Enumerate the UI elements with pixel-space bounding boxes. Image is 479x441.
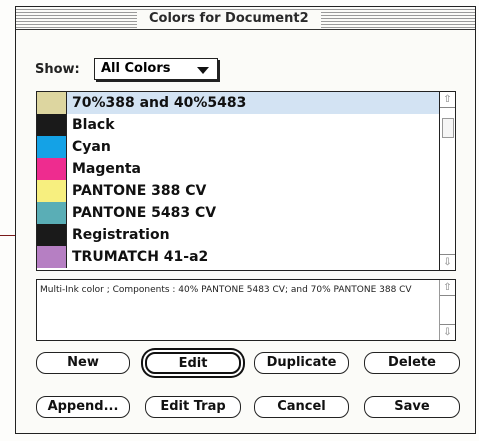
up-arrow-icon[interactable]: ⇧	[440, 92, 455, 108]
show-dropdown[interactable]: All Colors	[94, 58, 218, 80]
color-name: PANTONE 388 CV	[72, 183, 207, 199]
color-name: Black	[72, 117, 115, 133]
color-swatch	[37, 180, 67, 202]
color-list-item[interactable]: Cyan	[37, 136, 441, 158]
edit-button[interactable]: Edit	[145, 352, 241, 374]
color-name: 70%388 and 40%5483	[72, 95, 247, 111]
color-list-scrollbar[interactable]: ⇧ ⇩	[439, 92, 455, 270]
color-name: Cyan	[72, 139, 111, 155]
color-list-item[interactable]: Magenta	[37, 158, 441, 180]
delete-button[interactable]: Delete	[364, 352, 460, 374]
color-swatch	[37, 224, 67, 246]
color-swatch	[37, 202, 67, 224]
edit-trap-button[interactable]: Edit Trap	[145, 396, 241, 418]
title-bar[interactable]: Colors for Document2	[16, 7, 475, 30]
show-dropdown-value: All Colors	[101, 61, 171, 76]
color-swatch	[37, 246, 67, 268]
color-swatch	[37, 136, 67, 158]
down-arrow-icon[interactable]: ⇩	[440, 254, 455, 270]
color-swatch	[37, 92, 67, 114]
color-list-item[interactable]: PANTONE 388 CV	[37, 180, 441, 202]
color-swatch	[37, 114, 67, 136]
append-button[interactable]: Append...	[36, 396, 130, 418]
duplicate-button[interactable]: Duplicate	[254, 352, 349, 374]
up-arrow-icon[interactable]: ⇧	[440, 280, 455, 296]
color-list-item[interactable]: 70%388 and 40%5483	[37, 92, 441, 114]
color-list-item[interactable]: Registration	[37, 224, 441, 246]
color-list[interactable]: 70%388 and 40%5483 Black Cyan Magenta PA…	[36, 91, 456, 271]
down-arrow-icon[interactable]: ⇩	[440, 324, 455, 340]
description-scrollbar[interactable]: ⇧ ⇩	[439, 280, 455, 340]
color-name: TRUMATCH 41-a2	[72, 249, 209, 265]
color-name: Registration	[72, 227, 170, 243]
dialog-title: Colors for Document2	[137, 10, 321, 28]
scroll-thumb[interactable]	[442, 118, 454, 138]
show-label: Show:	[35, 62, 80, 77]
color-name: Magenta	[72, 161, 142, 177]
color-description: Multi-Ink color ; Components : 40% PANTO…	[40, 285, 412, 295]
color-name: PANTONE 5483 CV	[72, 205, 217, 221]
new-button[interactable]: New	[36, 352, 130, 374]
color-list-item[interactable]: TRUMATCH 41-a2	[37, 246, 441, 268]
color-swatch	[37, 158, 67, 180]
color-list-item[interactable]: Black	[37, 114, 441, 136]
save-button[interactable]: Save	[364, 396, 460, 418]
colors-dialog: Colors for Document2 Show: All Colors 70…	[15, 6, 476, 434]
color-description-box: Multi-Ink color ; Components : 40% PANTO…	[36, 279, 456, 341]
cancel-button[interactable]: Cancel	[254, 396, 349, 418]
color-list-item[interactable]: PANTONE 5483 CV	[37, 202, 441, 224]
triangle-down-icon	[197, 67, 209, 74]
